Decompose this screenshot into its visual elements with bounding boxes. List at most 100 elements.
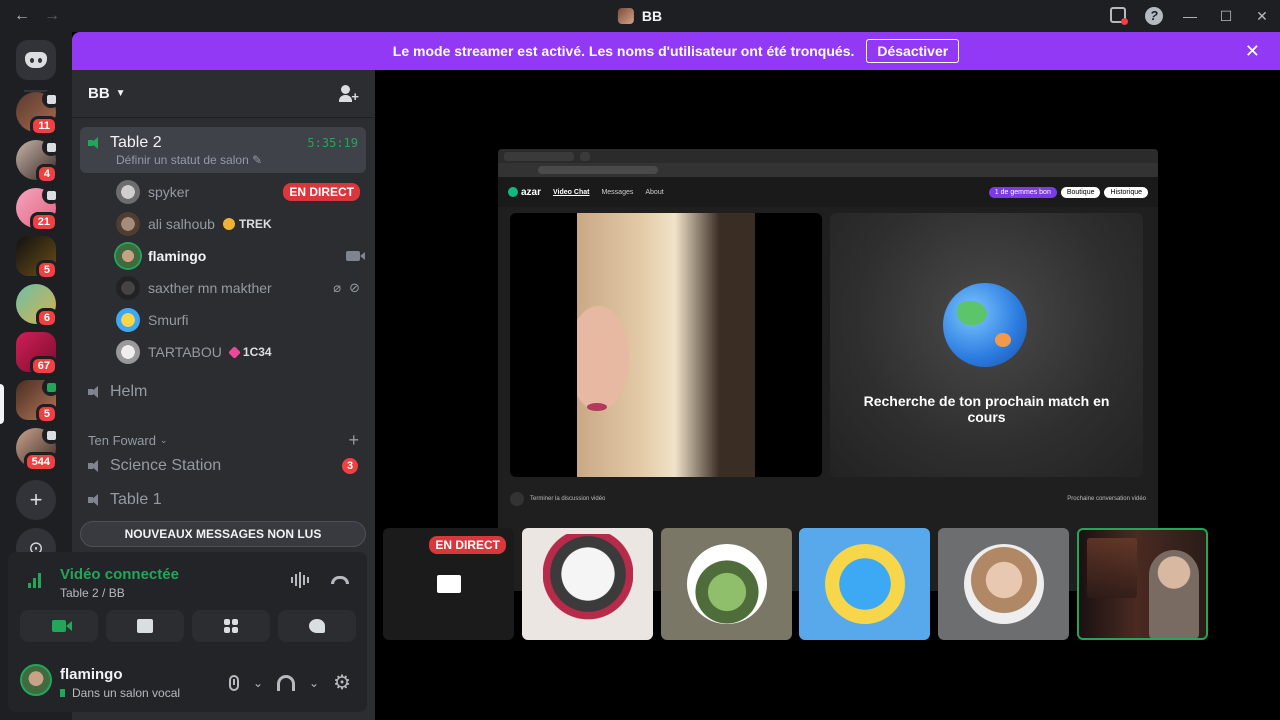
participant-tile[interactable]	[799, 528, 930, 640]
add-member-icon[interactable]: +	[339, 84, 359, 104]
pencil-icon: ✎	[252, 153, 263, 167]
disable-streamer-button[interactable]: Désactiver	[866, 39, 960, 63]
stream-self-video	[510, 213, 822, 477]
tag-icon	[228, 345, 241, 359]
screen-share-button[interactable]	[106, 610, 184, 642]
activities-button[interactable]	[192, 610, 270, 642]
mic-muted-icon: ⌀	[333, 280, 342, 295]
help-icon[interactable]: ?	[1136, 7, 1172, 25]
channel-status-prompt[interactable]: Définir un statut de salon ✎	[80, 153, 366, 173]
live-badge[interactable]: EN DIRECT	[283, 183, 360, 201]
tag-icon	[222, 218, 235, 230]
username[interactable]: flamingo	[60, 666, 123, 683]
voice-member[interactable]: ali salhoub TREK	[116, 208, 360, 240]
mention-badge: 21	[29, 212, 58, 232]
streamer-mode-banner: Le mode streamer est activé. Les noms d'…	[72, 32, 1280, 70]
voice-speaker-icon	[42, 186, 60, 204]
stream-browser-url	[498, 163, 1158, 177]
member-name: Smurfi	[148, 312, 189, 328]
server-icon[interactable]: 544	[16, 426, 60, 472]
minimize-button[interactable]: —	[1172, 8, 1208, 24]
camera-icon	[346, 251, 365, 261]
soundboard-button[interactable]	[278, 610, 356, 642]
stream-nav-item: Messages	[601, 188, 634, 196]
voice-connection-panel: Vidéo connectée Table 2 / BB	[8, 552, 367, 648]
stream-match-panel: Recherche de ton prochain match en cours	[830, 213, 1143, 477]
member-name: flamingo	[148, 248, 207, 264]
user-status: Dans un salon vocal	[60, 686, 180, 700]
home-button[interactable]	[16, 40, 56, 80]
server-icon[interactable]: 67	[16, 332, 58, 376]
add-server-button[interactable]: +	[16, 480, 56, 520]
searching-message: Recherche de ton prochain match en cours	[863, 393, 1110, 425]
microphone-icon[interactable]	[228, 674, 239, 691]
voice-member[interactable]: Smurfi	[116, 304, 360, 336]
camera-toggle-button[interactable]	[20, 610, 98, 642]
voice-channel-science-station[interactable]: Science Station 3	[80, 450, 366, 482]
noise-suppression-icon[interactable]	[291, 572, 309, 588]
gear-icon[interactable]: ⚙	[333, 670, 351, 695]
stream-bottom-bar: Terminer la discussion vidéo Prochaine c…	[510, 489, 1146, 509]
azar-logo: azar	[508, 187, 541, 198]
server-icon-active[interactable]: 5	[16, 378, 60, 424]
server-icon[interactable]: 21	[16, 186, 60, 232]
speaker-icon	[88, 494, 102, 506]
esc-key-icon	[510, 492, 524, 506]
video-stage: azar Video Chat Messages About 1 de gemm…	[375, 70, 1280, 720]
signal-strength-icon[interactable]	[28, 572, 44, 588]
person-video	[577, 213, 755, 477]
chevron-down-icon: ⌄	[159, 435, 168, 445]
server-icon[interactable]: 4	[16, 138, 60, 184]
stream-pill: 1 de gemmes bon	[988, 186, 1057, 198]
channel-name: Table 1	[110, 491, 162, 508]
headphones-icon[interactable]	[277, 674, 295, 691]
disconnect-icon[interactable]	[331, 576, 349, 584]
category-ten-foward[interactable]: Ten Foward ⌄ +	[88, 430, 359, 451]
stream-tile[interactable]: EN DIRECT	[383, 528, 514, 640]
maximize-button[interactable]: ☐	[1208, 8, 1244, 25]
voice-channel-table-2[interactable]: Table 2 5:35:19 Définir un statut de sal…	[80, 127, 366, 173]
voice-channel-table-1[interactable]: Table 1	[80, 484, 366, 516]
member-name: ali salhoub	[148, 216, 215, 232]
inbox-icon[interactable]	[1100, 6, 1136, 26]
avatar	[116, 212, 140, 236]
participant-tile[interactable]	[938, 528, 1069, 640]
camera-tile-speaking[interactable]	[1077, 528, 1208, 640]
background-poster	[1087, 538, 1137, 598]
discord-logo-icon	[25, 52, 47, 68]
avatar[interactable]	[20, 664, 52, 696]
voice-channel-path[interactable]: Table 2 / BB	[60, 586, 125, 600]
participant-tile[interactable]	[522, 528, 653, 640]
voice-member[interactable]: TARTABOU 1C34	[116, 336, 360, 368]
new-unread-messages-button[interactable]: NOUVEAUX MESSAGES NON LUS	[80, 521, 366, 547]
soundboard-icon	[309, 619, 325, 633]
voice-member[interactable]: spyker EN DIRECT	[116, 176, 360, 208]
stream-end-label: Terminer la discussion vidéo	[530, 496, 606, 502]
server-icon[interactable]: 5	[16, 236, 58, 280]
mention-badge: 5	[35, 404, 58, 424]
close-window-button[interactable]: ✕	[1244, 8, 1280, 25]
unread-badge: 3	[342, 458, 358, 474]
voice-status-title[interactable]: Vidéo connectée	[60, 566, 179, 583]
voice-channel-helm[interactable]: Helm	[80, 376, 366, 408]
server-icon[interactable]: 11	[16, 90, 60, 136]
participant-tile[interactable]	[661, 528, 792, 640]
chevron-down-icon[interactable]: ⌄	[253, 676, 263, 690]
guild-header[interactable]: BB ▼ +	[72, 70, 375, 118]
stream-browser-tabs	[498, 149, 1158, 163]
deafened-icon: ⊘	[349, 280, 360, 295]
screen-share-stream[interactable]: azar Video Chat Messages About 1 de gemm…	[498, 149, 1158, 591]
channel-name: Table 2	[110, 134, 162, 151]
voice-member[interactable]: flamingo	[116, 240, 365, 272]
back-arrow-icon[interactable]: ←	[14, 7, 30, 25]
chevron-down-icon[interactable]: ⌄	[309, 676, 319, 690]
server-tag: TREK	[222, 217, 272, 231]
close-icon[interactable]: ✕	[1245, 41, 1260, 62]
video-status-icon	[42, 378, 60, 396]
speaker-icon	[88, 386, 102, 398]
server-icon[interactable]: 6	[16, 284, 58, 328]
add-channel-icon[interactable]: +	[348, 430, 359, 451]
forward-arrow-icon[interactable]: →	[44, 7, 60, 25]
globe-icon	[943, 283, 1027, 367]
voice-member[interactable]: saxther mn makther ⌀ ⊘	[116, 272, 360, 304]
